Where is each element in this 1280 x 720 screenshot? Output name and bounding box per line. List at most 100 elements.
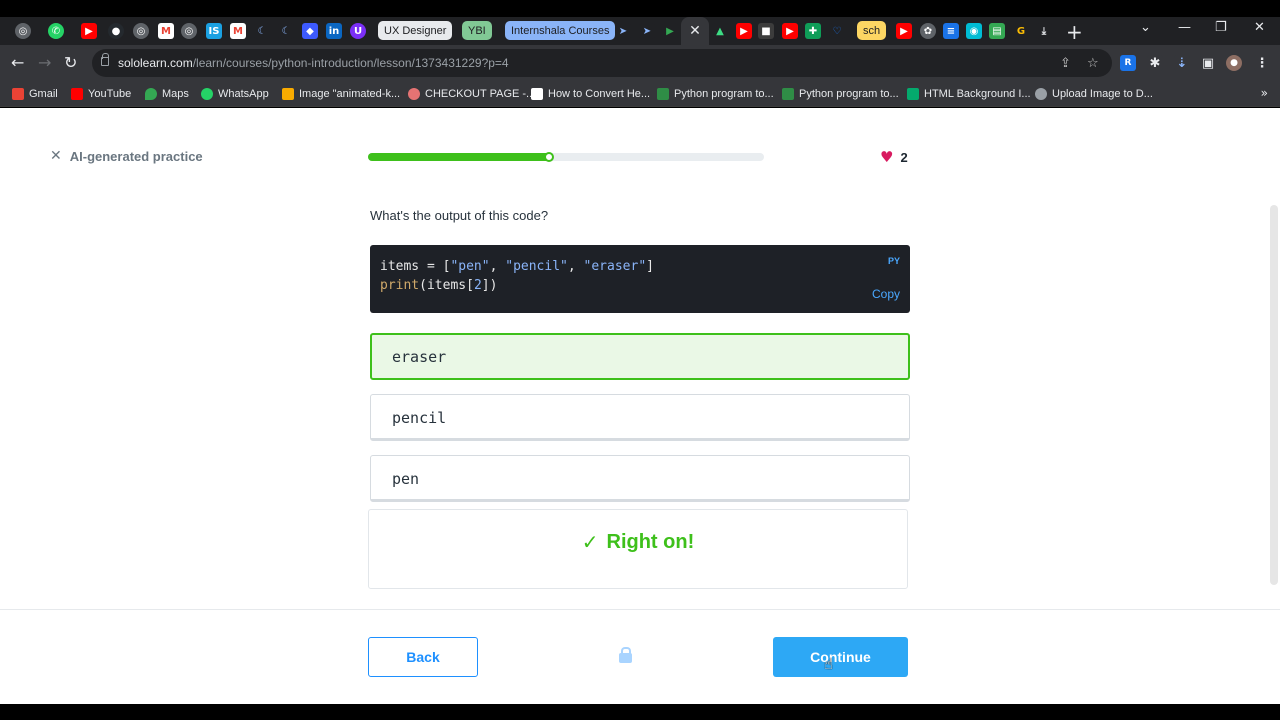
bookmark-label: Python program to... <box>799 88 899 100</box>
youtube-icon[interactable]: ▶ <box>896 23 912 39</box>
bookmark-image-animated[interactable]: Image "animated-k... <box>282 86 400 102</box>
lesson-page: ✕ AI-generated practice ♥ 2 What's the o… <box>0 108 1280 704</box>
page-scrollbar[interactable] <box>1270 205 1278 585</box>
tab-pill-sch[interactable]: sch <box>857 21 887 40</box>
openai-icon[interactable]: ✿ <box>920 23 936 39</box>
bookmark-label: CHECKOUT PAGE -... <box>425 88 536 100</box>
cube-icon[interactable]: ◆ <box>302 23 318 39</box>
answer-option-eraser[interactable]: eraser <box>370 333 910 380</box>
close-practice-button[interactable]: ✕ AI-generated practice <box>50 148 203 164</box>
share-icon[interactable]: ⇪ <box>1060 56 1071 71</box>
bookmarks-overflow-button[interactable]: » <box>1261 86 1268 100</box>
feedback-message: ✓ Right on! <box>369 530 907 554</box>
youtube-icon[interactable]: ▶ <box>782 23 798 39</box>
active-tab-close-button[interactable]: ✕ <box>681 17 709 45</box>
youtube-icon[interactable]: ▶ <box>81 23 97 39</box>
code-block: items = ["pen", "pencil", "eraser"] prin… <box>370 245 910 313</box>
minimize-button[interactable]: — <box>1178 20 1191 35</box>
extension-r-icon[interactable]: R <box>1120 55 1136 71</box>
linkedin-icon[interactable]: in <box>326 23 342 39</box>
u-logo-icon[interactable]: U <box>350 23 366 39</box>
whatsapp-icon[interactable]: ✆ <box>48 23 64 39</box>
send-icon[interactable]: ➤ <box>639 23 655 39</box>
globe-icon[interactable]: ◎ <box>15 23 31 39</box>
bookmark-youtube[interactable]: YouTube <box>71 86 131 102</box>
bookmark-upload-image[interactable]: Upload Image to D... <box>1035 86 1153 102</box>
unlock-icon[interactable] <box>619 647 632 663</box>
bookmark-python-program-1[interactable]: Python program to... <box>657 86 774 102</box>
heart-icon: ♥ <box>880 148 894 166</box>
notion-icon[interactable]: ■ <box>758 23 774 39</box>
back-button[interactable]: Back <box>368 637 478 677</box>
continue-button[interactable]: Continue <box>773 637 908 677</box>
bookmark-how-to-convert[interactable]: How to Convert He... <box>531 86 650 102</box>
bookmark-label: YouTube <box>88 88 132 100</box>
tab-pill-ybi[interactable]: YBI <box>462 21 492 40</box>
bookmarks-bar: Gmail YouTube Maps WhatsApp Image "anima… <box>0 81 1280 107</box>
bookmark-html-background[interactable]: HTML Background I... <box>907 86 1031 102</box>
google-icon[interactable]: G <box>1013 23 1029 39</box>
bookmark-label: Maps <box>162 88 189 100</box>
gfg-icon <box>657 88 669 100</box>
sheets-icon[interactable]: ✚ <box>805 23 821 39</box>
close-icon: ✕ <box>50 148 62 164</box>
hearts-count: 2 <box>900 149 908 165</box>
bookmark-whatsapp[interactable]: WhatsApp <box>201 86 269 102</box>
bookmark-checkout-page[interactable]: CHECKOUT PAGE -... <box>408 86 535 102</box>
heart-outline-icon[interactable]: ♡ <box>829 23 845 39</box>
bookmark-star-icon[interactable]: ☆ <box>1087 56 1099 71</box>
star-icon <box>282 88 294 100</box>
moon-icon[interactable]: ☾ <box>278 23 294 39</box>
tab-search-button[interactable]: ⌄ <box>1140 20 1151 35</box>
youtube-icon[interactable]: ▶ <box>736 23 752 39</box>
bookmark-label: Python program to... <box>674 88 774 100</box>
doc-icon[interactable]: ▤ <box>989 23 1005 39</box>
address-bar[interactable]: sololearn.com/learn/courses/python-intro… <box>92 49 1112 77</box>
w3schools-icon <box>907 88 919 100</box>
footer-divider <box>0 609 1280 610</box>
profile-avatar[interactable]: ● <box>1226 55 1242 71</box>
bookmark-maps[interactable]: Maps <box>145 86 189 102</box>
answer-option-pencil[interactable]: pencil <box>370 394 910 441</box>
internshala-icon[interactable]: IS <box>206 23 222 39</box>
extensions-puzzle-icon[interactable]: ✱ <box>1147 55 1163 71</box>
forward-nav-button[interactable]: → <box>38 53 51 72</box>
download-arrow-icon[interactable]: ⇣ <box>1174 55 1190 71</box>
bookmark-gmail[interactable]: Gmail <box>12 86 58 102</box>
app-icon[interactable]: ◉ <box>966 23 982 39</box>
code-content[interactable]: items = ["pen", "pencil", "eraser"] prin… <box>380 257 654 295</box>
side-panel-icon[interactable]: ▣ <box>1200 55 1216 71</box>
play-store-icon[interactable]: ▶ <box>662 23 678 39</box>
url-host: sololearn.com <box>118 56 193 70</box>
restore-button[interactable]: ❐ <box>1215 20 1227 35</box>
gmail-icon[interactable]: M <box>230 23 246 39</box>
lock-icon[interactable] <box>101 53 109 66</box>
tab-pill-ux-designer[interactable]: UX Designer <box>378 21 453 40</box>
whatsapp-icon <box>201 88 213 100</box>
moon-icon[interactable]: ☾ <box>254 23 270 39</box>
answer-option-pen[interactable]: pen <box>370 455 910 502</box>
globe-icon[interactable]: ◎ <box>181 23 197 39</box>
android-icon[interactable]: ▲ <box>712 23 728 39</box>
send-icon[interactable]: ➤ <box>615 23 631 39</box>
browser-tab-strip: ◎ ✆ ▶ ● ◎ M ◎ IS M ☾ ☾ ◆ in U UX Designe… <box>0 17 1280 45</box>
reload-button[interactable]: ↻ <box>64 53 77 72</box>
tab-pill-internshala[interactable]: Internshala Courses <box>505 21 616 40</box>
new-tab-button[interactable]: + <box>1066 20 1083 44</box>
download-icon[interactable]: ⤓ <box>1036 23 1052 39</box>
kebab-menu-icon[interactable]: ⋮ <box>1254 55 1270 71</box>
back-nav-button[interactable]: ← <box>11 53 24 72</box>
github-icon[interactable]: ● <box>108 23 124 39</box>
url-path: /learn/courses/python-introduction/lesso… <box>192 56 509 70</box>
window-close-button[interactable]: ✕ <box>1254 20 1265 35</box>
progress-knob <box>544 152 555 162</box>
bookmark-python-program-2[interactable]: Python program to... <box>782 86 899 102</box>
gmail-icon[interactable]: M <box>158 23 174 39</box>
gfg-icon <box>782 88 794 100</box>
globe-icon[interactable]: ◎ <box>133 23 149 39</box>
docs-icon[interactable]: ≡ <box>943 23 959 39</box>
bookmark-label: HTML Background I... <box>924 88 1031 100</box>
lesson-progress-bar <box>368 152 764 162</box>
copy-code-button[interactable]: Copy <box>872 287 900 301</box>
url-text[interactable]: sololearn.com/learn/courses/python-intro… <box>118 56 509 70</box>
